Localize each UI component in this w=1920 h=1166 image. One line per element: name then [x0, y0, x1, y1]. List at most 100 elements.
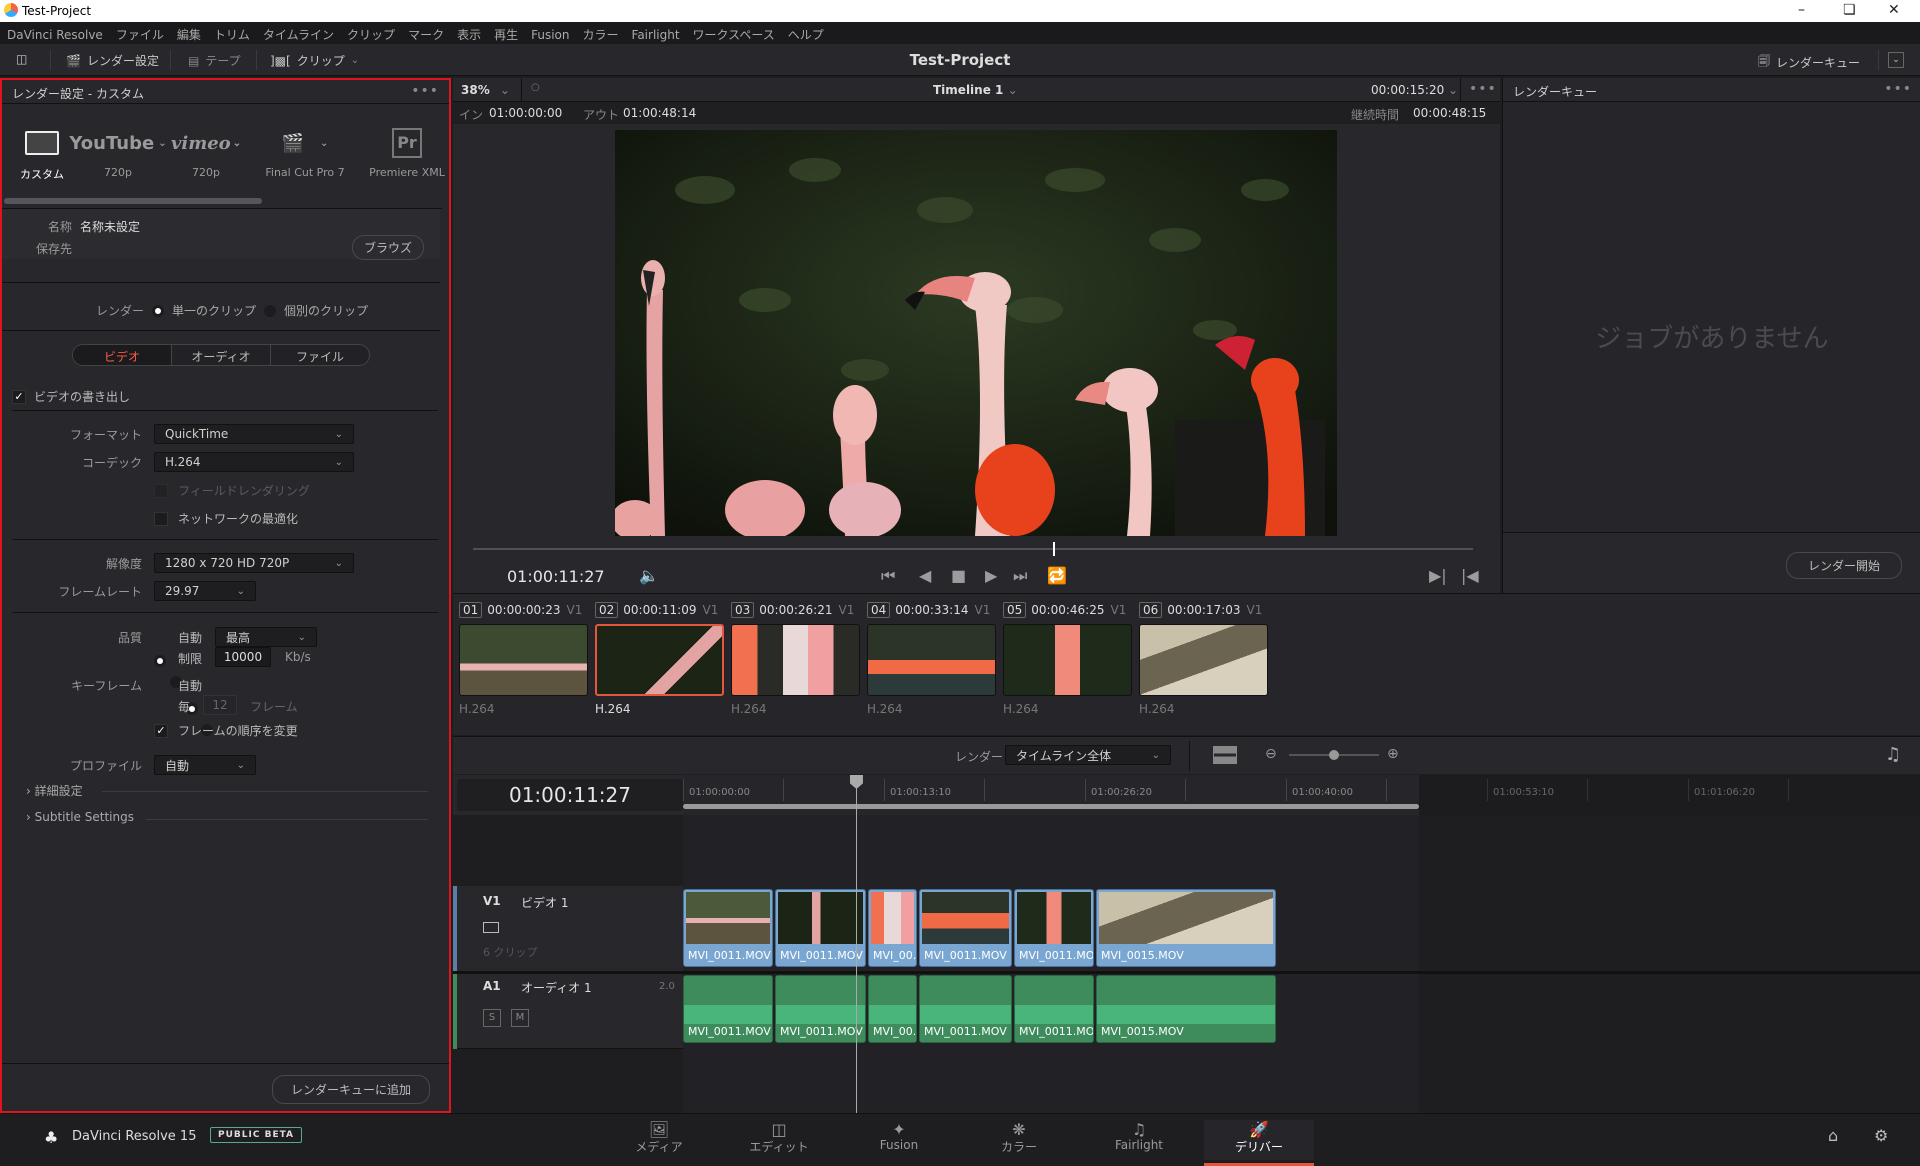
clip-thumbnail[interactable] — [1003, 624, 1132, 696]
presets-scrollbar[interactable] — [4, 198, 262, 204]
video-clip[interactable]: MVI_0015.MOV — [1096, 889, 1276, 967]
page-tab-fusion[interactable]: ✦ Fusion — [844, 1120, 954, 1160]
menu-color[interactable]: カラー — [576, 22, 625, 43]
timeline-ruler[interactable]: 01:00:00:00 01:00:13:10 01:00:26:20 01:00:4… — [683, 775, 1920, 815]
close-button[interactable]: ✕ — [1888, 2, 1900, 18]
codec-select[interactable]: H.264 ⌄ — [154, 452, 354, 472]
video-clip[interactable]: MVI_0011.MOV — [919, 889, 1012, 967]
scrub-bar[interactable] — [473, 542, 1473, 556]
settings-gear-icon[interactable]: ⚙ — [1874, 1126, 1888, 1145]
audio-toggle-icon[interactable]: ♫ — [1885, 744, 1901, 765]
video-clip[interactable]: MVI_00... — [868, 889, 917, 967]
track-name[interactable]: ビデオ 1 — [521, 894, 568, 911]
film-icon[interactable] — [483, 922, 499, 933]
timecode-select[interactable]: 00:00:15:20 ⌄ — [1371, 83, 1458, 97]
zoom-out-button[interactable]: ⊖ — [1265, 746, 1277, 762]
minimize-button[interactable]: – — [1798, 2, 1805, 18]
play-button[interactable]: ▶ — [985, 566, 997, 585]
prev-edit-button[interactable]: |◀ — [1461, 566, 1479, 585]
menu-trim[interactable]: トリム — [207, 22, 256, 43]
home-icon[interactable]: ⌂ — [1828, 1126, 1838, 1145]
audio-clip[interactable]: MVI_0011.MOV — [775, 975, 866, 1043]
video-clip[interactable]: MVI_0011.MOV — [683, 889, 773, 967]
tab-file[interactable]: ファイル — [271, 345, 369, 365]
page-tab-media[interactable]: 🖼 メディア — [604, 1120, 714, 1160]
viewer-options-button[interactable]: ••• — [1469, 81, 1497, 97]
page-tab-edit[interactable]: ◫ エディット — [724, 1120, 834, 1160]
volume-icon[interactable]: 🔈 — [639, 566, 659, 585]
network-optimization-checkbox[interactable] — [154, 511, 168, 526]
start-render-button[interactable]: レンダー開始 — [1786, 552, 1902, 579]
audio-clip[interactable]: MVI_00... — [868, 975, 917, 1043]
framerate-select[interactable]: 29.97 ⌄ — [154, 581, 256, 601]
stop-button[interactable]: ■ — [951, 566, 966, 585]
track-name[interactable]: オーディオ 1 — [521, 979, 592, 996]
zoom-select[interactable]: 38% ⌄ — [461, 83, 510, 97]
resolution-select[interactable]: 1280 x 720 HD 720P ⌄ — [154, 553, 354, 573]
video-clip[interactable]: MVI_0011.MOV — [775, 889, 866, 967]
zoom-slider[interactable] — [1289, 750, 1379, 760]
export-video-checkbox[interactable]: ✓ — [12, 389, 26, 404]
bitrate-input[interactable]: 10000 — [215, 647, 271, 667]
profile-select[interactable]: 自動 ⌄ — [154, 755, 256, 775]
audio-clip[interactable]: MVI_0011.MOV — [683, 975, 773, 1043]
menu-mark[interactable]: マーク — [401, 22, 450, 43]
quality-auto-radio[interactable] — [154, 655, 166, 667]
menu-playback[interactable]: 再生 — [487, 22, 524, 43]
go-to-end-button[interactable]: ⏭ — [1013, 566, 1027, 586]
zoom-slider-knob[interactable] — [1329, 750, 1339, 760]
preset-fcp7[interactable]: 🎬 ⌄ Final Cut Pro 7 — [260, 120, 350, 180]
quality-select[interactable]: 最高 ⌄ — [215, 627, 317, 647]
add-to-render-queue-button[interactable]: レンダーキューに追加 — [272, 1075, 430, 1104]
clip-thumbnail[interactable] — [1139, 624, 1268, 696]
collapse-button[interactable]: ⌄ — [1888, 52, 1904, 68]
page-tab-deliver[interactable]: 🚀 デリバー — [1204, 1120, 1314, 1166]
render-queue-button[interactable]: 🗐 レンダーキュー — [1758, 52, 1860, 73]
preset-vimeo[interactable]: vimeo ⌄ 720p — [166, 120, 246, 180]
subtitle-settings-expander[interactable]: › Subtitle Settings — [26, 810, 134, 824]
menu-timeline[interactable]: タイムライン — [256, 22, 340, 43]
play-reverse-button[interactable]: ◀ — [919, 566, 931, 585]
mute-button[interactable]: M — [511, 1009, 529, 1027]
keyframe-every-input[interactable]: 12 — [203, 695, 237, 715]
render-individual-radio[interactable] — [264, 304, 277, 317]
menu-help[interactable]: ヘルプ — [781, 22, 830, 43]
audio-clip[interactable]: MVI_0011.MOV — [1014, 975, 1094, 1043]
format-select[interactable]: QuickTime ⌄ — [154, 424, 354, 444]
menu-fusion[interactable]: Fusion — [524, 24, 575, 42]
go-to-start-button[interactable]: ⏮ — [881, 566, 895, 586]
audio-clip[interactable]: MVI_0011.MOV — [919, 975, 1012, 1043]
video-clip[interactable]: MVI_0011.MOV — [1014, 889, 1094, 967]
zoom-in-button[interactable]: ⊕ — [1387, 746, 1399, 762]
menu-workspace[interactable]: ワークスペース — [686, 22, 781, 43]
more-options-button[interactable]: ••• — [411, 83, 439, 99]
render-single-radio[interactable] — [152, 304, 165, 317]
tab-audio[interactable]: オーディオ — [172, 345, 271, 365]
name-field[interactable]: 名称未設定 — [80, 218, 140, 235]
loop-button[interactable]: 🔁 — [1047, 566, 1067, 585]
menu-clip[interactable]: クリップ — [340, 22, 401, 43]
queue-options-button[interactable]: ••• — [1884, 81, 1912, 97]
advanced-settings-expander[interactable]: › 詳細設定 — [26, 782, 83, 799]
page-tab-fairlight[interactable]: ♫ Fairlight — [1084, 1120, 1194, 1160]
field-rendering-checkbox[interactable] — [154, 483, 168, 498]
clip-thumbnail[interactable] — [867, 624, 996, 696]
preset-premiere[interactable]: Pr Premiere XML — [364, 120, 450, 179]
render-range-select[interactable]: タイムライン全体 ⌄ — [1005, 745, 1171, 765]
audio-clip[interactable]: MVI_0015.MOV — [1096, 975, 1276, 1043]
clip-thumbnail[interactable] — [459, 624, 588, 696]
menu-file[interactable]: ファイル — [109, 22, 170, 43]
preset-youtube[interactable]: YouTube ⌄ 720p — [69, 120, 166, 180]
timeline-select[interactable]: Timeline 1 ⌄ — [933, 83, 1018, 97]
menu-davinci[interactable]: DaVinci Resolve — [0, 24, 109, 42]
page-tab-color[interactable]: ❋ カラー — [964, 1120, 1074, 1160]
timeline-view-options-button[interactable] — [1213, 746, 1237, 764]
menu-view[interactable]: 表示 — [450, 22, 487, 43]
playhead[interactable] — [849, 775, 863, 1113]
menu-fairlight[interactable]: Fairlight — [625, 24, 686, 42]
browse-button[interactable]: ブラウズ — [352, 235, 424, 260]
solo-button[interactable]: S — [483, 1009, 501, 1027]
restore-button[interactable]: ❏ — [1843, 2, 1856, 18]
scrub-handle[interactable] — [1053, 542, 1055, 556]
clip-thumbnail[interactable] — [731, 624, 860, 696]
